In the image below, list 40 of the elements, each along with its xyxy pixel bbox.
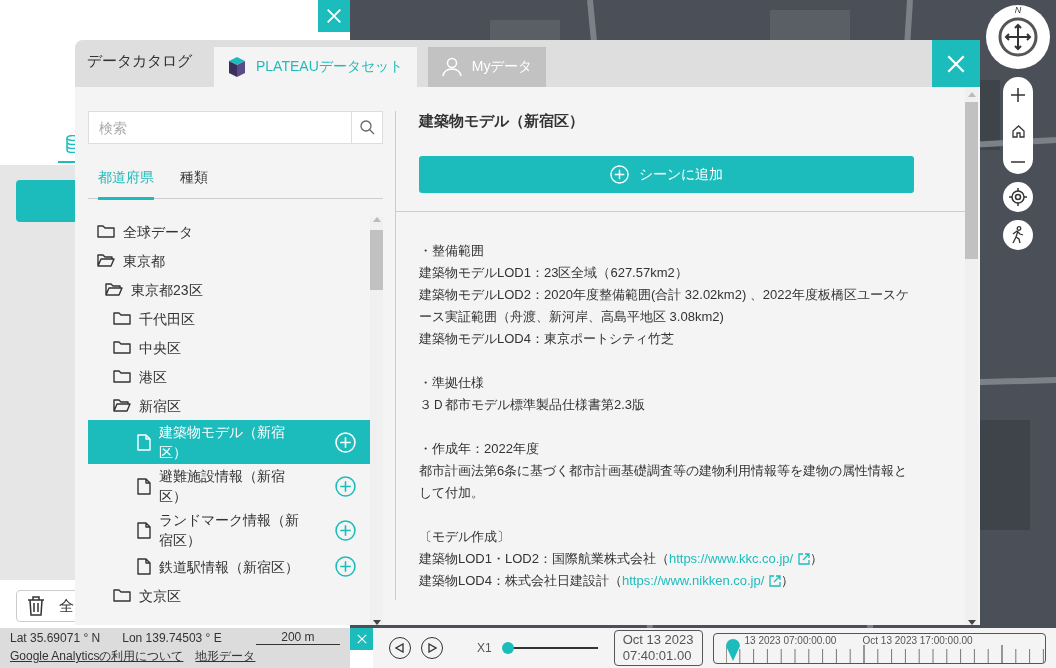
speed-label: X1 <box>477 641 492 655</box>
description-text: 建築物モデルLOD2：2020年度整備範囲(合計 32.02km2) 、2022年度板橋区ユースケース実証範囲（舟渡、新河岸、高島平地区 3.08km2) <box>419 286 910 326</box>
time-label: 13 2023 07:00:00.00 <box>744 634 837 646</box>
description-text: ） <box>810 550 824 568</box>
dataset-title: 建築物モデル（新宿区） <box>419 112 585 131</box>
description-text: ３Ｄ都市モデル標準製品仕様書第2.3版 <box>419 396 647 414</box>
description-text: ・作成年：2022年度 <box>419 440 540 458</box>
dataset-item[interactable]: 鉄道駅情報（新宿区） <box>88 552 370 581</box>
folder-item[interactable]: 東京都 <box>88 246 370 275</box>
timeline-track[interactable]: 13 2023 07:00:00.00 Oct 13 2023 17:00:00.00 <box>712 632 1046 664</box>
description-text: 建築物モデルLOD1：23区全域（627.57km2） <box>419 264 689 282</box>
footer-link[interactable]: Google Analyticsの利用について <box>10 648 184 665</box>
description-text: ・準拠仕様 <box>419 374 485 392</box>
footer-link[interactable]: 地形データ <box>195 648 256 665</box>
longitude: Lon 139.74503 ° E <box>122 631 222 645</box>
dialog-title: データカタログ <box>86 52 193 71</box>
description-text: ・整備範囲 <box>419 242 485 260</box>
north-label: N <box>1014 5 1022 15</box>
description-text: 〔モデル作成〕 <box>419 528 511 546</box>
folder-item[interactable]: 港区 <box>88 362 370 391</box>
description-text: 建築物モデルLOD4：東京ポートシティ竹芝 <box>419 330 675 348</box>
folder-item[interactable]: 文京区 <box>88 581 370 610</box>
filter-tab[interactable]: 種類 <box>180 163 208 200</box>
current-date: Oct 13 2023 <box>622 632 694 648</box>
description-text: 建築物LOD1・LOD2：国際航業株式会社（ <box>419 550 669 568</box>
time-label: Oct 13 2023 17:00:00.00 <box>862 634 973 646</box>
current-time: 07:40:01.00 <box>622 648 693 664</box>
dataset-item[interactable]: ランドマーク情報（新宿区） <box>88 508 370 552</box>
description-text: 都市計画法第6条に基づく都市計画基礎調査等の建物利用情報等を建物の属性情報として付加。 <box>419 462 909 502</box>
description-text: ） <box>781 572 795 590</box>
latitude: Lat 35.69071 ° N <box>10 631 101 645</box>
dataset-item[interactable]: 避難施設情報（新宿区） <box>88 464 370 508</box>
scale-bar: 200 m <box>255 630 340 645</box>
folder-item[interactable]: 新宿区 <box>88 391 370 420</box>
folder-item[interactable]: 東京都23区 <box>88 275 370 304</box>
search-field[interactable]: 検索 <box>88 111 351 144</box>
folder-item[interactable]: 全球データ <box>88 217 370 246</box>
description-text: 建築物LOD4：株式会社日建設計（ <box>419 572 622 590</box>
folder-item[interactable]: 千代田区 <box>88 304 370 333</box>
folder-item[interactable]: 中央区 <box>88 333 370 362</box>
